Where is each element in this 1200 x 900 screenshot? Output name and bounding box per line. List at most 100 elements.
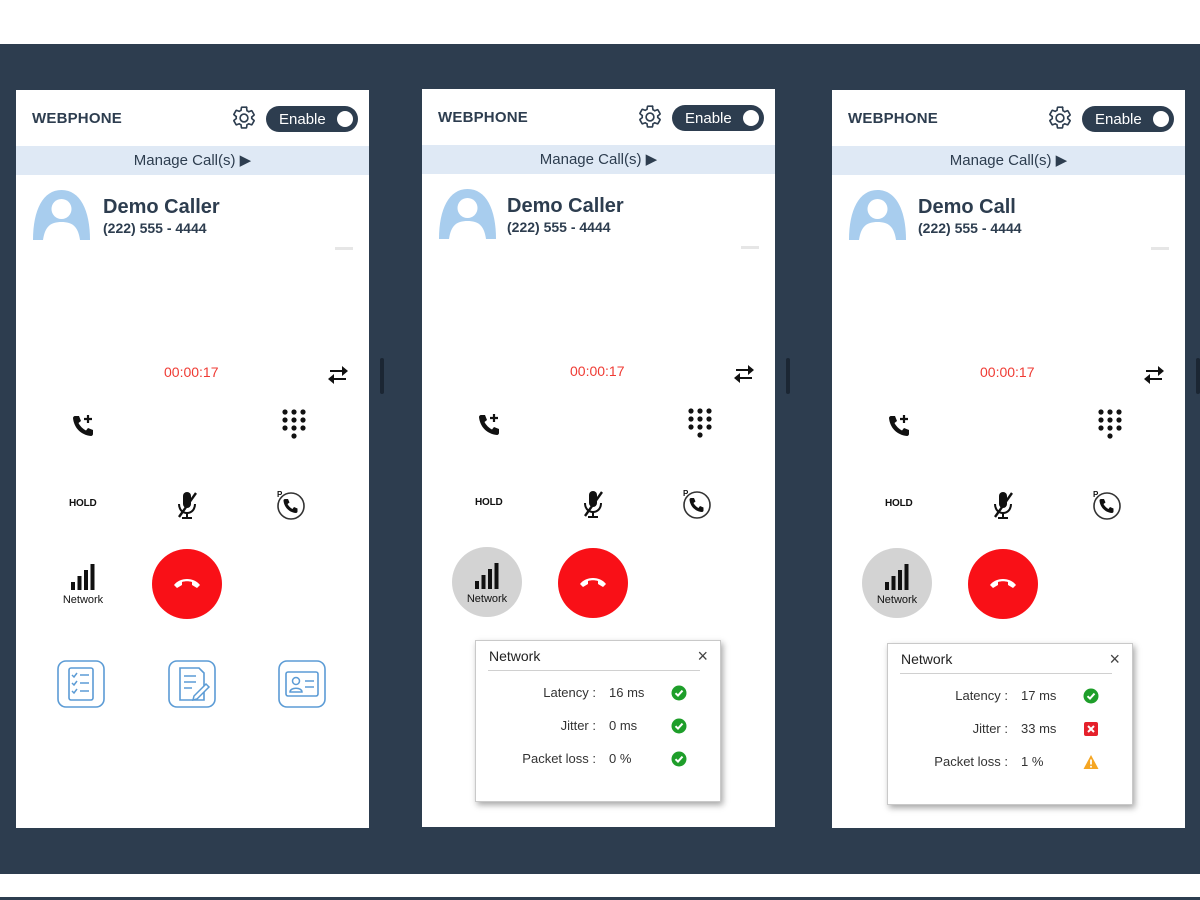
contact-card-icon[interactable]	[278, 660, 326, 708]
toggle-label: Enable	[685, 110, 732, 127]
check-icon	[671, 685, 687, 701]
enable-toggle[interactable]: Enable	[672, 105, 764, 131]
hangup-button[interactable]	[152, 549, 222, 619]
toggle-label: Enable	[1095, 111, 1142, 128]
caller-name: Demo Caller	[507, 195, 624, 217]
caller-number: (222) 555 - 4444	[507, 219, 611, 235]
toggle-knob	[743, 110, 759, 126]
check-icon	[671, 751, 687, 767]
brand-title: WEBPHONE	[848, 110, 938, 127]
notes-icon[interactable]	[168, 660, 216, 708]
metric-label-jitter: Jitter :	[560, 718, 596, 733]
webphone-header: WEBPHONE Enable	[16, 90, 369, 146]
caller-name: Demo Caller	[103, 196, 220, 218]
check-icon	[1083, 688, 1099, 704]
metric-value-jitter: 0 ms	[609, 718, 638, 733]
keypad-icon[interactable]	[281, 408, 307, 442]
hold-button[interactable]: HOLD	[475, 497, 503, 508]
call-timer: 00:00:17	[570, 363, 625, 379]
keypad-icon[interactable]	[687, 407, 713, 441]
park-icon[interactable]: P	[681, 488, 713, 520]
add-call-icon[interactable]	[886, 413, 912, 439]
metric-value-latency: 16 ms	[609, 685, 645, 700]
avatar-icon	[439, 189, 496, 239]
divider-mark	[741, 246, 759, 249]
check-icon	[671, 718, 687, 734]
webphone-header: WEBPHONE Enable	[422, 89, 775, 145]
hold-button[interactable]: HOLD	[885, 498, 913, 509]
park-icon[interactable]: P	[1091, 489, 1123, 521]
metric-label-packet-loss: Packet loss :	[934, 754, 1008, 769]
metric-label-jitter: Jitter :	[972, 721, 1008, 736]
error-icon	[1084, 722, 1098, 736]
close-icon[interactable]: ×	[697, 647, 708, 665]
svg-text:P: P	[277, 490, 283, 499]
close-icon[interactable]: ×	[1109, 650, 1120, 668]
webphone-header: WEBPHONE Enable	[832, 90, 1185, 146]
gear-icon[interactable]	[637, 104, 663, 130]
toggle-knob	[1153, 111, 1169, 127]
toggle-knob	[337, 111, 353, 127]
metric-label-latency: Latency :	[543, 685, 596, 700]
swap-icon[interactable]	[733, 362, 755, 384]
caller-name: Demo Call	[918, 196, 1016, 218]
hangup-icon	[580, 578, 606, 587]
toggle-label: Enable	[279, 111, 326, 128]
signal-icon	[885, 564, 909, 590]
avatar-icon	[33, 190, 90, 240]
divider-mark	[335, 247, 353, 250]
warning-icon	[1083, 755, 1099, 769]
park-icon[interactable]: P	[275, 489, 307, 521]
webphone-panel-2: WEBPHONE Enable Manage Call(s) ▶ Demo Ca…	[422, 89, 775, 827]
network-button[interactable]: Network	[48, 548, 118, 618]
network-popup: Network × Latency : 16 ms Jitter : 0 ms …	[475, 640, 721, 802]
gear-icon[interactable]	[231, 105, 257, 131]
hangup-button[interactable]	[968, 549, 1038, 619]
hangup-button[interactable]	[558, 548, 628, 618]
popup-divider	[488, 670, 700, 671]
enable-toggle[interactable]: Enable	[1082, 106, 1174, 132]
add-call-icon[interactable]	[476, 412, 502, 438]
checklist-icon[interactable]	[57, 660, 105, 708]
webphone-panel-1: WEBPHONE Enable Manage Call(s) ▶ Demo Ca…	[16, 90, 369, 828]
mute-icon[interactable]	[176, 490, 198, 520]
gear-icon[interactable]	[1047, 105, 1073, 131]
resize-handle[interactable]	[380, 358, 384, 394]
metric-label-packet-loss: Packet loss :	[522, 751, 596, 766]
metric-value-latency: 17 ms	[1021, 688, 1057, 703]
swap-icon[interactable]	[327, 363, 349, 385]
signal-icon	[475, 563, 499, 589]
brand-title: WEBPHONE	[32, 110, 122, 127]
swap-icon[interactable]	[1143, 363, 1165, 385]
webphone-panel-3: WEBPHONE Enable Manage Call(s) ▶ Demo Ca…	[832, 90, 1185, 828]
network-label: Network	[876, 594, 918, 606]
hangup-icon	[174, 579, 200, 588]
avatar-icon	[849, 190, 906, 240]
metric-value-packet-loss: 1 %	[1021, 754, 1044, 769]
network-label: Network	[62, 594, 104, 606]
metric-value-packet-loss: 0 %	[609, 751, 632, 766]
manage-calls-link[interactable]: Manage Call(s) ▶	[832, 146, 1185, 175]
mute-icon[interactable]	[582, 489, 604, 519]
manage-calls-link[interactable]: Manage Call(s) ▶	[16, 146, 369, 175]
caller-number: (222) 555 - 4444	[103, 220, 207, 236]
signal-icon	[71, 564, 95, 590]
popup-title: Network	[489, 648, 541, 664]
svg-text:P: P	[683, 489, 689, 498]
mute-icon[interactable]	[992, 490, 1014, 520]
network-button[interactable]: Network	[452, 547, 522, 617]
hold-button[interactable]: HOLD	[69, 498, 97, 509]
resize-handle[interactable]	[1196, 358, 1200, 394]
resize-handle[interactable]	[786, 358, 790, 394]
add-call-icon[interactable]	[70, 413, 96, 439]
brand-title: WEBPHONE	[438, 109, 528, 126]
network-label: Network	[466, 593, 508, 605]
hangup-icon	[990, 579, 1016, 588]
popup-divider	[900, 673, 1112, 674]
keypad-icon[interactable]	[1097, 408, 1123, 442]
enable-toggle[interactable]: Enable	[266, 106, 358, 132]
caller-number: (222) 555 - 4444	[918, 220, 1022, 236]
popup-title: Network	[901, 651, 953, 667]
manage-calls-link[interactable]: Manage Call(s) ▶	[422, 145, 775, 174]
network-button[interactable]: Network	[862, 548, 932, 618]
